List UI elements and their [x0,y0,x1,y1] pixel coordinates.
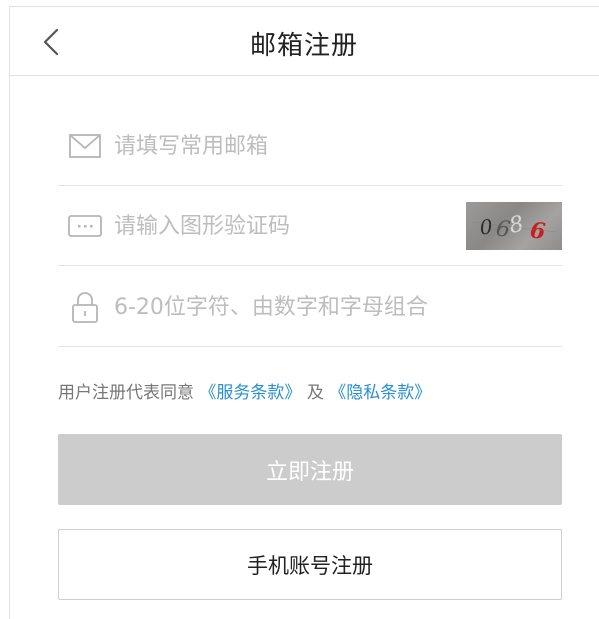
email-input[interactable] [114,126,554,166]
agreement-prefix: 用户注册代表同意 [58,383,194,403]
agreement-text: 用户注册代表同意 《服务条款》 及 《隐私条款》 [58,378,431,403]
register-button[interactable]: 立即注册 [58,434,562,505]
password-input[interactable] [114,287,554,327]
phone-register-button[interactable]: 手机账号注册 [58,529,562,600]
captcha-field-row: 0 6 8 6 [58,186,562,266]
keyboard-icon [68,215,102,237]
page-title: 邮箱注册 [249,31,358,61]
envelope-icon [69,134,101,158]
password-field-row [58,267,562,347]
lock-icon [72,292,98,323]
captcha-input[interactable] [114,206,444,246]
svg-text:8: 8 [507,212,526,239]
svg-text:6: 6 [529,217,547,244]
captcha-image[interactable]: 0 6 8 6 [466,202,562,250]
terms-of-service-link[interactable]: 《服务条款》 [199,383,301,403]
captcha-image-graphic: 0 6 8 6 [471,212,557,245]
svg-text:0: 0 [478,214,493,239]
email-field-row [58,106,562,186]
privacy-policy-link[interactable]: 《隐私条款》 [329,383,431,403]
agreement-connector: 及 [306,383,324,403]
header-bar: 邮箱注册 [9,6,599,76]
